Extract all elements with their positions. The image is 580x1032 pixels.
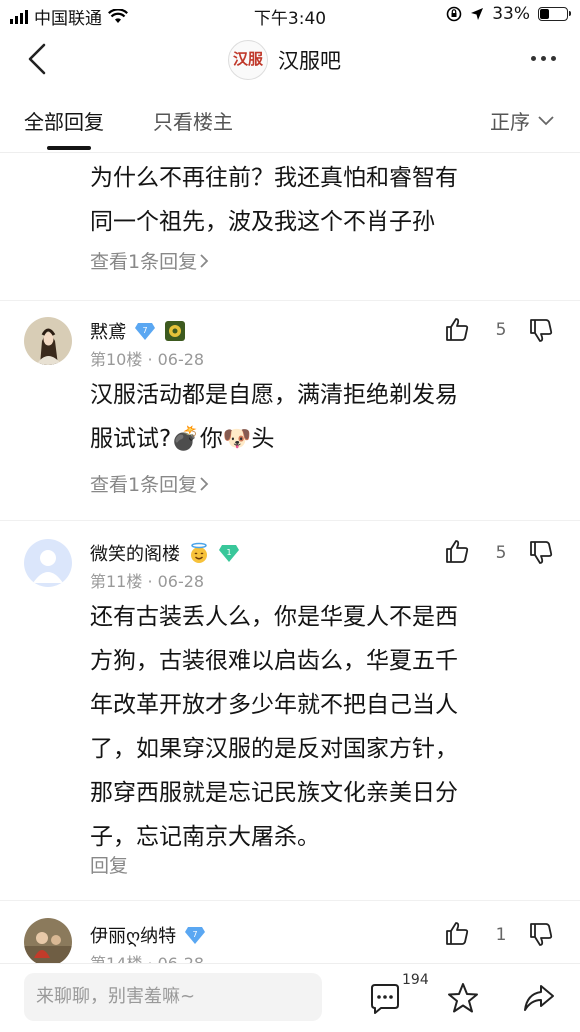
comment-icon[interactable] [368, 982, 402, 1016]
post-text-line: 服试试?💣你🐶头 [90, 417, 540, 461]
post-text-segment: 服试试? [90, 426, 172, 452]
post-divider [0, 520, 580, 521]
post-body: 还有古装丢人么，你是华夏人不是西 方狗，古装很难以启齿么，华夏五千 年改革开放才… [90, 595, 540, 859]
battery-percent: 33% [492, 4, 530, 24]
sort-label: 正序 [490, 110, 530, 134]
tab-owner-only[interactable]: 只看楼主 [153, 106, 233, 135]
verified-diamond-icon: 7 [185, 927, 206, 944]
like-count: 1 [495, 925, 507, 945]
svg-text:1: 1 [226, 548, 231, 557]
post-author[interactable]: 微笑的阁楼 1 [90, 540, 240, 566]
chevron-left-icon[interactable] [24, 42, 52, 76]
view-replies-link[interactable]: 查看1条回复 [90, 470, 209, 497]
tab-all-replies[interactable]: 全部回复 [24, 106, 104, 135]
verified-diamond-icon: 7 [135, 323, 155, 340]
battery-icon [538, 7, 571, 21]
post-body: 为什么不再往前？我还真怕和睿智有 同一个祖先，波及我这个不肖子孙 [90, 156, 540, 244]
reply-link[interactable]: 回复 [90, 851, 128, 878]
post-divider [0, 300, 580, 301]
level-diamond-icon: 1 [219, 545, 239, 562]
like-count: 5 [495, 543, 507, 563]
chevron-right-icon [200, 476, 209, 491]
thumbs-down-icon[interactable] [528, 540, 554, 566]
thumbs-up-icon[interactable] [444, 538, 470, 564]
post-text-line: 年改革开放才多少年就不把自己当人 [90, 692, 458, 718]
level-badge-icon [165, 321, 185, 341]
more-horizontal-icon[interactable] [531, 56, 556, 61]
star-icon[interactable] [446, 981, 480, 1015]
avatar[interactable] [24, 918, 72, 966]
reply-label: 回复 [90, 855, 129, 877]
avatar[interactable] [24, 539, 72, 587]
comment-count: 194 [402, 972, 429, 988]
thumbs-up-icon[interactable] [444, 316, 470, 342]
thumbs-down-icon[interactable] [528, 922, 554, 948]
post-text-line: 那穿西服就是忘记民族文化亲美日分 [90, 780, 458, 806]
svg-text:7: 7 [142, 326, 147, 335]
post-meta: 第10楼 · 06-28 [90, 350, 205, 369]
post-text-line: 了，如果穿汉服的是反对国家方针， [90, 736, 458, 762]
sort-dropdown[interactable]: 正序 [490, 106, 554, 135]
dog-emoji: 🐶 [222, 426, 252, 452]
post-meta: 第11楼 · 06-28 [90, 572, 205, 591]
comment-input[interactable]: 来聊聊，别害羞嘛~ [24, 973, 322, 1021]
status-right: 33% [446, 4, 571, 24]
post-text-line: 还有古装丢人么，你是华夏人不是西 [90, 604, 458, 630]
bottom-bar: 来聊聊，别害羞嘛~ 194 [0, 963, 580, 1032]
share-icon[interactable] [522, 981, 556, 1015]
chevron-right-icon [200, 253, 209, 268]
post-author[interactable]: 伊丽ღ纳特 7 [90, 922, 206, 948]
rotation-lock-icon [446, 6, 462, 22]
post-text-line: 汉服活动都是自愿，满清拒绝剃发易 [90, 382, 458, 408]
post-body: 汉服活动都是自愿，满清拒绝剃发易 服试试?💣你🐶头 [90, 373, 540, 461]
view-replies-link[interactable]: 查看1条回复 [90, 247, 209, 274]
username: 伊丽ღ纳特 [90, 926, 177, 947]
status-bar: 中国联通 下午3:40 33% [0, 0, 580, 30]
bomb-emoji: 💣 [171, 426, 200, 452]
post-text-line: 同一个祖先，波及我这个不肖子孙 [90, 209, 435, 235]
view-replies-label: 查看1条回复 [90, 474, 198, 496]
post-text-segment: 头 [251, 426, 275, 452]
username: 微笑的阁楼 [90, 544, 180, 565]
reply-tabs: 全部回复 只看楼主 正序 [0, 90, 580, 153]
chevron-down-icon [538, 115, 554, 125]
thumbs-down-icon[interactable] [528, 318, 554, 344]
location-icon [471, 8, 484, 20]
halo-smile-emoji-icon [191, 542, 207, 563]
username: 黙鳶 [90, 322, 126, 343]
nav-bar: 汉服 汉服吧 [0, 30, 580, 90]
post-text-segment: 你 [199, 426, 223, 452]
forum-logo[interactable]: 汉服 [228, 40, 268, 80]
avatar[interactable] [24, 317, 72, 365]
post-text-line: 为什么不再往前？我还真怕和睿智有 [90, 165, 458, 191]
view-replies-label: 查看1条回复 [90, 251, 198, 273]
svg-text:7: 7 [193, 930, 198, 939]
forum-title[interactable]: 汉服吧 [278, 45, 341, 75]
post-divider [0, 900, 580, 901]
like-count: 5 [495, 320, 507, 340]
post-author[interactable]: 黙鳶 7 [90, 318, 186, 344]
post-text-line: 方狗，古装很难以启齿么，华夏五千 [90, 648, 458, 674]
active-tab-indicator [47, 146, 91, 150]
post-text-line: 子，忘记南京大屠杀。 [90, 824, 320, 850]
thumbs-up-icon[interactable] [444, 920, 470, 946]
